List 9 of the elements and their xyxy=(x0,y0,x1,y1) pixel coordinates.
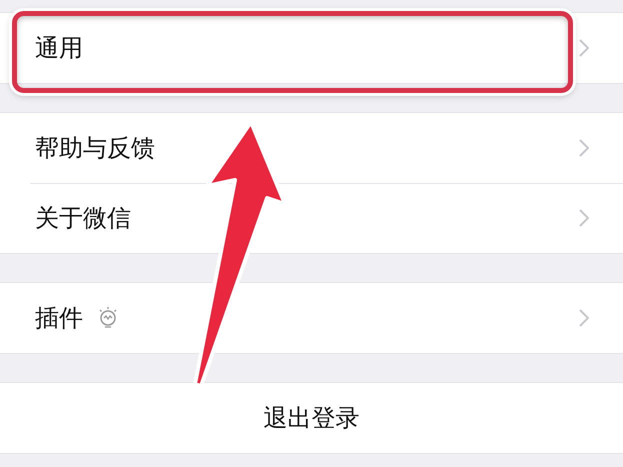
chevron-icon xyxy=(579,139,589,157)
logout-button[interactable]: 退出登录 xyxy=(264,402,360,434)
chevron-icon xyxy=(579,39,589,57)
chevron-icon xyxy=(579,209,589,227)
settings-item[interactable]: 通用 xyxy=(35,32,83,64)
settings-item[interactable]: 帮助与反馈 xyxy=(35,132,155,164)
chevron-icon xyxy=(579,309,589,327)
settings-item[interactable]: 关于微信 xyxy=(35,202,131,234)
settings-item[interactable]: 插件 xyxy=(35,302,83,334)
